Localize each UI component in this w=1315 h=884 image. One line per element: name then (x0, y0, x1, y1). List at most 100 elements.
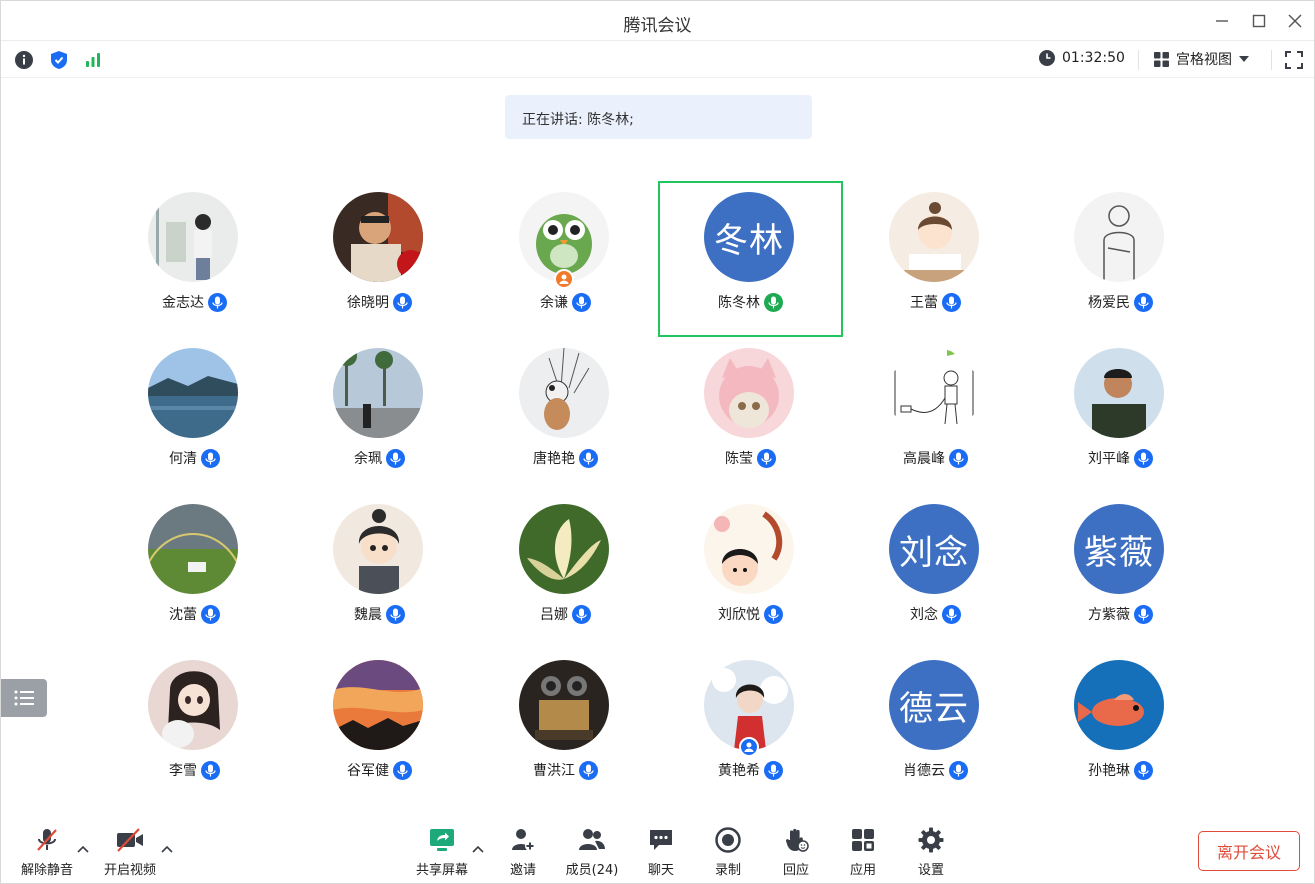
microphone-icon (764, 292, 783, 312)
participant-list-toggle[interactable] (1, 679, 47, 717)
participant-tile[interactable]: 孙艳琳 (1028, 649, 1213, 805)
start-video-button[interactable]: 开启视频 (95, 825, 165, 881)
participant-tile[interactable]: 刘平峰 (1028, 337, 1213, 493)
avatar-initials: 德云 (889, 660, 979, 750)
participant-tile[interactable]: 谷军健 (287, 649, 472, 805)
participant-name: 刘念 (910, 607, 938, 623)
participant-tile[interactable]: 曹洪江 (473, 649, 658, 805)
apps-icon (852, 829, 874, 851)
participant-tile[interactable]: 刘念 刘念 (843, 493, 1028, 649)
participant-name-row: 曹洪江 (473, 760, 658, 780)
participant-tile[interactable]: 魏晨 (287, 493, 472, 649)
chat-button[interactable]: 聊天 (626, 825, 696, 881)
members-button[interactable]: 成员(24) (557, 825, 627, 881)
clock-icon (1039, 50, 1055, 66)
info-button[interactable] (13, 49, 35, 71)
participant-name-row: 金志达 (102, 292, 287, 312)
invite-button[interactable]: 邀请 (488, 825, 558, 881)
apps-label: 应用 (849, 863, 876, 878)
camera-off-icon (117, 828, 143, 852)
participant-name: 吕娜 (540, 607, 568, 623)
participant-name: 魏晨 (354, 607, 382, 623)
participant-name: 孙艳琳 (1088, 763, 1130, 779)
leave-meeting-button[interactable]: 离开会议 (1198, 831, 1300, 871)
record-button[interactable]: 录制 (693, 825, 763, 881)
close-button[interactable] (1282, 9, 1308, 33)
participant-name: 陈莹 (725, 451, 753, 467)
participant-name-row: 黄艳希 (658, 760, 843, 780)
participant-name-row: 方紫薇 (1028, 604, 1213, 624)
network-status-button[interactable] (82, 49, 104, 71)
avatar (148, 192, 238, 282)
microphone-icon (1134, 292, 1153, 312)
avatar (1074, 348, 1164, 438)
share-screen-label: 共享屏幕 (415, 863, 468, 878)
settings-label: 设置 (917, 863, 944, 878)
avatar (333, 660, 423, 750)
video-options-chevron-icon[interactable] (160, 843, 174, 855)
participant-name: 杨爱民 (1088, 295, 1130, 311)
participant-tile[interactable]: 唐艳艳 (473, 337, 658, 493)
microphone-icon (579, 448, 598, 468)
chat-bubble-icon (650, 830, 672, 850)
participant-tile[interactable]: 吕娜 (473, 493, 658, 649)
participant-tile[interactable]: 杨爱民 (1028, 181, 1213, 337)
participant-name: 唐艳艳 (533, 451, 575, 467)
close-icon (1288, 14, 1302, 28)
participant-tile[interactable]: 刘欣悦 (658, 493, 843, 649)
participant-tile[interactable]: 陈莹 (658, 337, 843, 493)
avatar-initials: 冬林 (704, 192, 794, 282)
apps-button[interactable]: 应用 (828, 825, 898, 881)
avatar (704, 348, 794, 438)
avatar (1074, 192, 1164, 282)
participant-name-row: 肖德云 (843, 760, 1028, 780)
participant-name-row: 刘欣悦 (658, 604, 843, 624)
avatar-initials: 刘念 (889, 504, 979, 594)
info-icon (15, 51, 33, 69)
participant-tile[interactable]: 徐晓明 (287, 181, 472, 337)
view-selector[interactable]: 宫格视图 (1153, 49, 1250, 69)
speaking-text: 正在讲话: 陈冬林; (522, 112, 634, 128)
participant-name: 余谦 (540, 295, 568, 311)
share-screen-button[interactable]: 共享屏幕 (407, 825, 477, 881)
participant-tile[interactable]: 何清 (102, 337, 287, 493)
participant-name: 曹洪江 (533, 763, 575, 779)
participant-name: 高晨峰 (903, 451, 945, 467)
settings-button[interactable]: 设置 (896, 825, 966, 881)
participant-tile[interactable]: 黄艳希 (658, 649, 843, 805)
participant-tile[interactable]: 德云 肖德云 (843, 649, 1028, 805)
participant-tile[interactable]: 余珮 (287, 337, 472, 493)
react-button[interactable]: 回应 (761, 825, 831, 881)
participant-tile[interactable]: 冬林 陈冬林 (658, 181, 843, 337)
security-button[interactable] (48, 49, 70, 71)
participant-tile[interactable]: 沈蕾 (102, 493, 287, 649)
avatar (889, 348, 979, 438)
members-icon (579, 829, 605, 850)
divider (1271, 50, 1272, 70)
participant-tile[interactable]: 高晨峰 (843, 337, 1028, 493)
minimize-button[interactable] (1209, 9, 1235, 33)
participant-tile[interactable]: 紫薇 方紫薇 (1028, 493, 1213, 649)
participant-name-row: 吕娜 (473, 604, 658, 624)
maximize-icon (1252, 14, 1266, 28)
avatar (704, 504, 794, 594)
microphone-icon (386, 604, 405, 624)
participant-tile[interactable]: 金志达 (102, 181, 287, 337)
microphone-icon (764, 760, 783, 780)
participant-tile[interactable]: 余谦 (473, 181, 658, 337)
avatar (148, 348, 238, 438)
unmute-button[interactable]: 解除静音 (12, 825, 82, 881)
microphone-icon (201, 448, 220, 468)
maximize-button[interactable] (1246, 9, 1272, 33)
fullscreen-button[interactable] (1283, 49, 1305, 71)
audio-options-chevron-icon[interactable] (76, 843, 90, 855)
divider (1138, 50, 1139, 70)
participant-name: 方紫薇 (1088, 607, 1130, 623)
participant-tile[interactable]: 李雪 (102, 649, 287, 805)
microphone-icon (942, 292, 961, 312)
start-video-label: 开启视频 (103, 863, 156, 878)
add-user-icon (512, 829, 535, 851)
members-label: 成员(24) (565, 863, 619, 878)
share-options-chevron-icon[interactable] (471, 843, 485, 855)
participant-tile[interactable]: 王蕾 (843, 181, 1028, 337)
